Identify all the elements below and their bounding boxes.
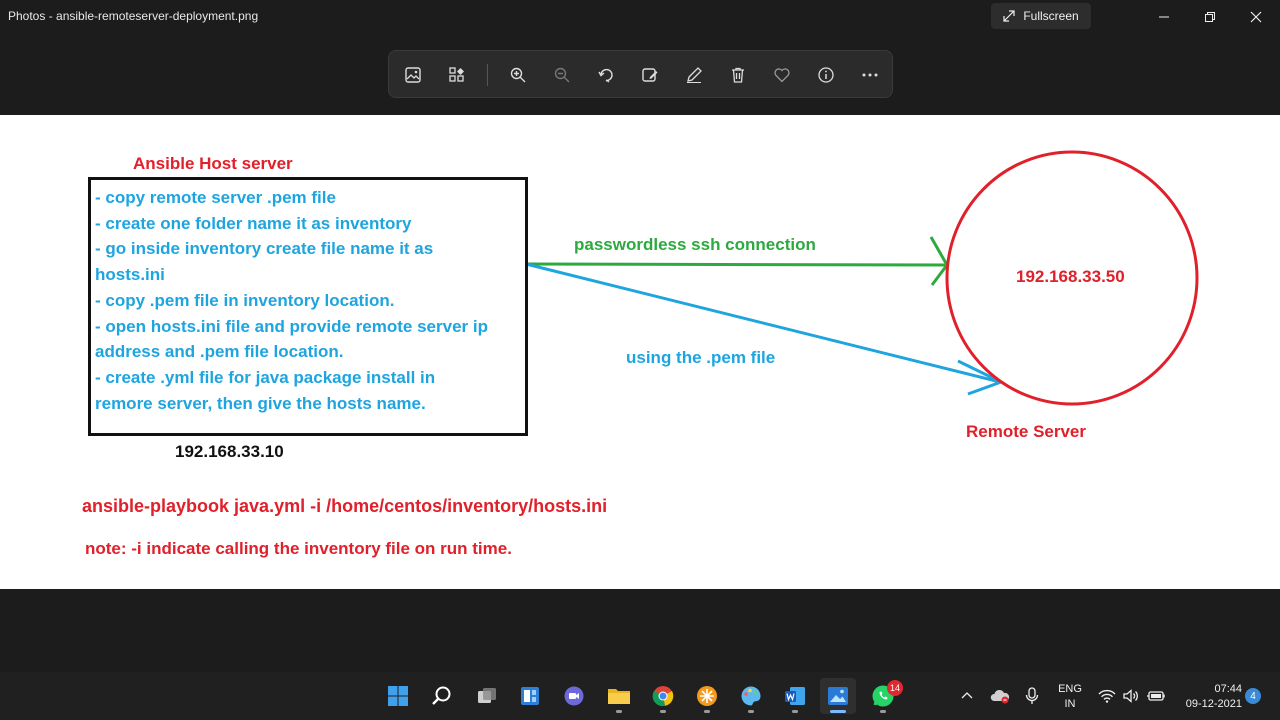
- minimize-button[interactable]: [1141, 4, 1187, 30]
- clock-time: 07:44: [1214, 683, 1242, 695]
- host-step-line: address and .pem file location.: [95, 342, 344, 362]
- rotate-icon[interactable]: [594, 63, 618, 87]
- host-step-line: hosts.ini: [95, 265, 165, 285]
- battery-icon[interactable]: [1144, 678, 1168, 714]
- host-step-line: - create one folder name it as inventory: [95, 213, 412, 233]
- paint-icon[interactable]: [733, 678, 769, 714]
- host-step-line: - open hosts.ini file and provide remote…: [95, 316, 488, 336]
- collection-icon[interactable]: [445, 63, 469, 87]
- whatsapp-icon[interactable]: 14: [865, 678, 903, 714]
- word-icon[interactable]: [777, 678, 813, 714]
- app-icon[interactable]: [689, 678, 725, 714]
- edit-image-icon[interactable]: [638, 63, 662, 87]
- toolbar-divider: [487, 64, 488, 86]
- green-arrow-line: [525, 262, 946, 267]
- inventory-note: note: -i indicate calling the inventory …: [85, 539, 512, 558]
- zoom-out-icon[interactable]: [550, 63, 574, 87]
- expand-icon: [1003, 10, 1015, 22]
- playbook-command: ansible-playbook java.yml -i /home/cento…: [82, 496, 608, 516]
- whatsapp-badge: 14: [886, 680, 903, 696]
- taskbar: 14 ENG IN 07:44 09-12-2021: [0, 672, 1280, 720]
- host-step-line: remore server, then give the hosts name.: [95, 393, 426, 413]
- draw-icon[interactable]: [682, 63, 706, 87]
- host-step-line: - copy remote server .pem file: [95, 188, 336, 207]
- zoom-in-icon[interactable]: [506, 63, 530, 87]
- microphone-icon[interactable]: [1020, 678, 1044, 714]
- close-icon: [1250, 11, 1262, 23]
- host-step-line: - create .yml file for java package inst…: [95, 367, 436, 387]
- title-bar: Photos - ansible-remoteserver-deployment…: [0, 0, 1280, 34]
- more-icon[interactable]: [858, 63, 882, 87]
- volume-icon[interactable]: [1120, 678, 1142, 714]
- clock-date: 09-12-2021: [1185, 698, 1242, 710]
- notification-badge[interactable]: 4: [1245, 688, 1261, 704]
- image-icon[interactable]: [401, 63, 425, 87]
- onedrive-icon[interactable]: [988, 678, 1012, 714]
- wifi-icon[interactable]: [1096, 678, 1118, 714]
- image-canvas: Ansible Host server - copy remote server…: [0, 115, 1280, 589]
- info-icon[interactable]: [814, 63, 838, 87]
- region-code: IN: [1064, 698, 1076, 710]
- photo-toolbar: [388, 50, 893, 98]
- language-code: ENG: [1058, 683, 1082, 695]
- host-step-line: - go inside inventory create file name i…: [95, 239, 434, 259]
- teams-chat-icon[interactable]: [556, 678, 592, 714]
- green-arrowhead: [929, 236, 949, 286]
- fullscreen-button[interactable]: Fullscreen: [991, 3, 1091, 29]
- minimize-icon: [1159, 16, 1169, 18]
- remote-ip-label: 192.168.33.50: [1016, 267, 1125, 286]
- ssh-connection-label: passwordless ssh connection: [574, 235, 816, 254]
- fullscreen-label: Fullscreen: [1023, 9, 1079, 23]
- photos-icon[interactable]: [820, 678, 856, 714]
- host-server-steps: - copy remote server .pem file - create …: [95, 185, 520, 416]
- close-button[interactable]: [1233, 4, 1279, 30]
- host-server-title: Ansible Host server: [133, 154, 293, 173]
- search-icon[interactable]: [424, 678, 460, 714]
- host-step-line: - copy .pem file in inventory location.: [95, 290, 395, 310]
- clock[interactable]: 07:44 09-12-2021: [1176, 682, 1242, 712]
- widgets-icon[interactable]: [512, 678, 548, 714]
- pem-file-label: using the .pem file: [626, 348, 776, 367]
- host-ip-label: 192.168.33.10: [175, 442, 284, 461]
- task-view-icon[interactable]: [469, 678, 505, 714]
- windows-start-icon[interactable]: [380, 678, 416, 714]
- chrome-icon[interactable]: [645, 678, 681, 714]
- favorite-icon[interactable]: [770, 63, 794, 87]
- file-explorer-icon[interactable]: [601, 678, 637, 714]
- chevron-up-icon[interactable]: [957, 678, 977, 714]
- remote-server-label: Remote Server: [966, 422, 1087, 441]
- restore-button[interactable]: [1187, 4, 1233, 30]
- delete-icon[interactable]: [726, 63, 750, 87]
- language-indicator[interactable]: ENG IN: [1054, 682, 1086, 712]
- restore-icon: [1205, 12, 1215, 22]
- window-title: Photos - ansible-remoteserver-deployment…: [8, 9, 259, 23]
